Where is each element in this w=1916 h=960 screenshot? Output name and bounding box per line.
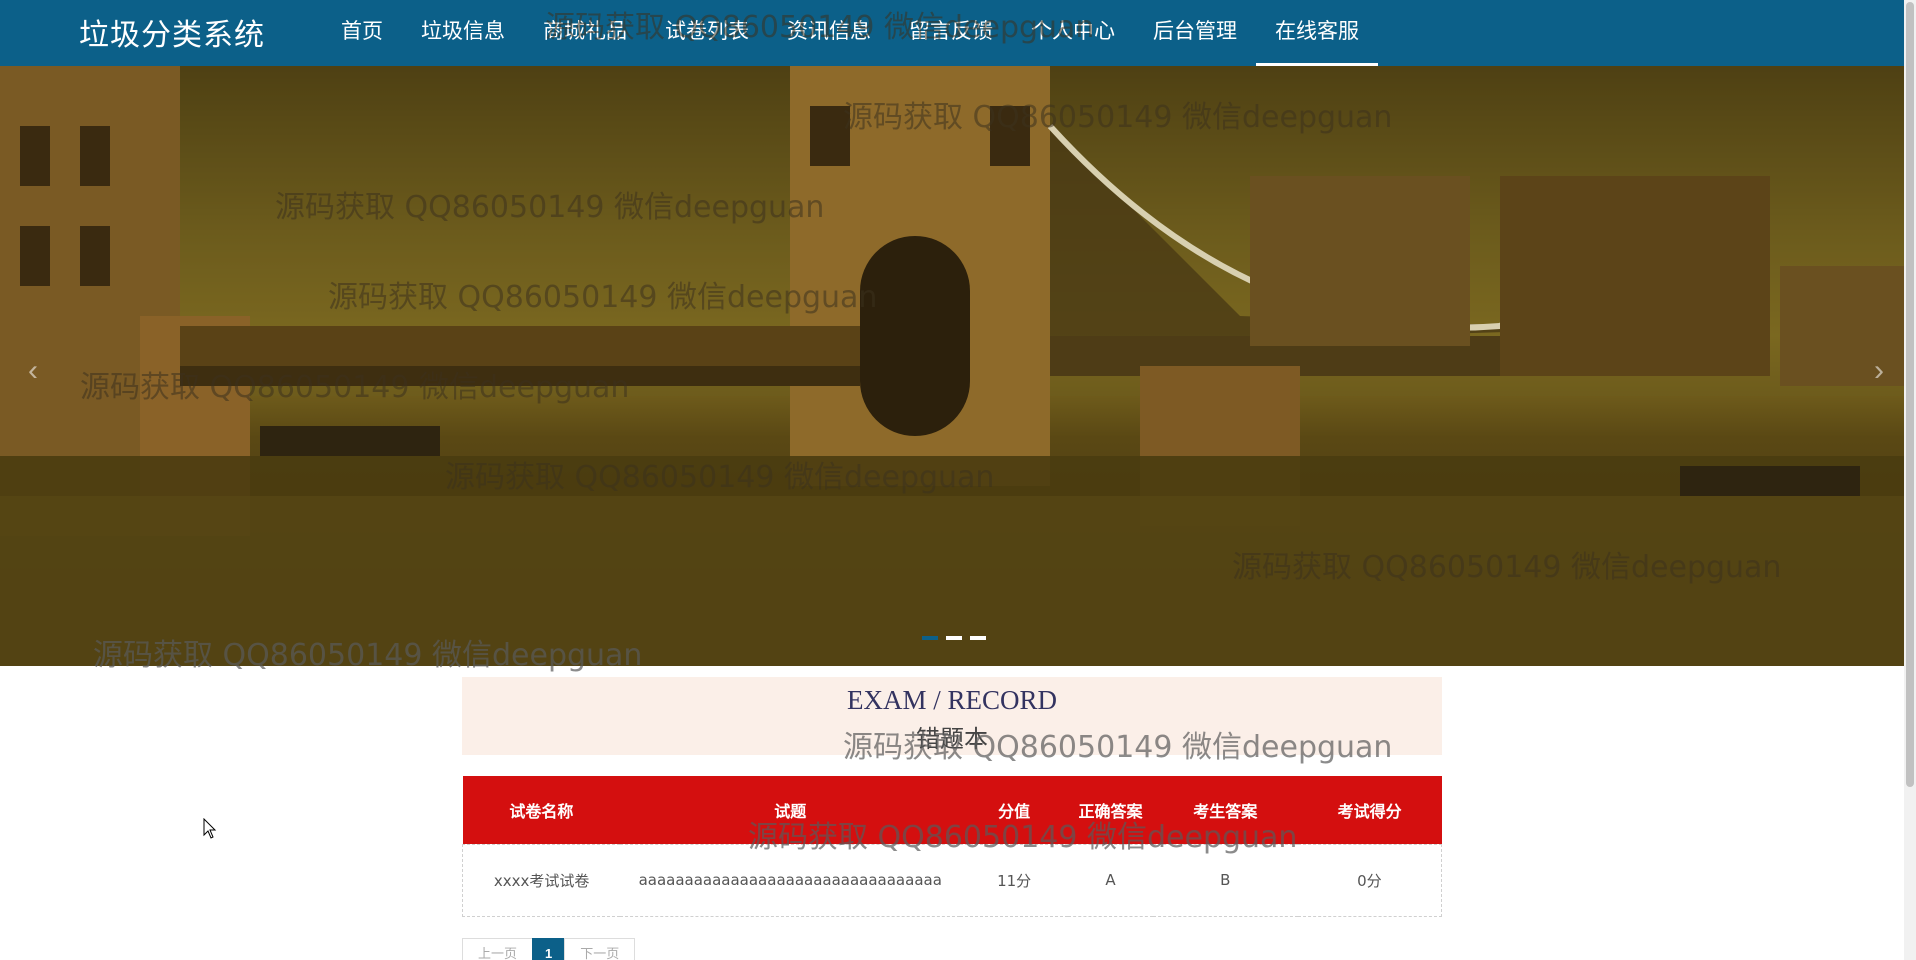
prev-page-button[interactable]: 上一页 bbox=[462, 938, 534, 960]
scrollbar-thumb[interactable] bbox=[1906, 2, 1914, 787]
carousel-indicators bbox=[922, 636, 986, 640]
nav-item-garbage-info[interactable]: 垃圾信息 bbox=[402, 0, 524, 66]
top-navbar: 垃圾分类系统 首页 垃圾信息 商城礼品 试卷列表 资讯信息 留言反馈 个人中心 … bbox=[0, 0, 1904, 66]
next-page-button[interactable]: 下一页 bbox=[564, 938, 636, 960]
column-header-score-value: 分值 bbox=[998, 801, 1031, 821]
banner-image bbox=[0, 66, 1904, 666]
carousel-next-arrow[interactable]: › bbox=[1864, 351, 1894, 391]
main-nav: 首页 垃圾信息 商城礼品 试卷列表 资讯信息 留言反馈 个人中心 后台管理 在线… bbox=[322, 0, 1378, 66]
cell-score-value: 11分 bbox=[997, 871, 1032, 890]
column-header-exam-name: 试卷名称 bbox=[509, 801, 574, 821]
column-header-question: 试题 bbox=[774, 801, 807, 821]
nav-item-admin[interactable]: 后台管理 bbox=[1134, 0, 1256, 66]
column-header-correct-answer: 正确答案 bbox=[1078, 801, 1143, 821]
nav-item-gift-shop[interactable]: 商城礼品 bbox=[524, 0, 646, 66]
nav-item-home[interactable]: 首页 bbox=[322, 0, 402, 66]
page-scrollbar[interactable] bbox=[1904, 0, 1916, 960]
column-header-exam-score: 考试得分 bbox=[1337, 801, 1402, 821]
mouse-cursor-icon bbox=[203, 818, 217, 839]
site-logo-title[interactable]: 垃圾分类系统 bbox=[79, 10, 265, 54]
column-header-student-answer: 考生答案 bbox=[1193, 801, 1258, 821]
chevron-left-icon: ‹ bbox=[28, 354, 38, 387]
cell-student-answer: B bbox=[1220, 871, 1231, 889]
section-title-en: EXAM / RECORD bbox=[846, 685, 1057, 715]
section-title-cn: 错题本 bbox=[916, 725, 988, 753]
carousel-dot-2[interactable] bbox=[946, 636, 962, 640]
cell-question: aaaaaaaaaaaaaaaaaaaaaaaaaaaaaaaaa bbox=[638, 871, 942, 889]
nav-item-online-service[interactable]: 在线客服 bbox=[1256, 0, 1378, 66]
pagination: 上一页 1 下一页 bbox=[462, 938, 636, 960]
cell-exam-name: xxxx考试试卷 bbox=[493, 871, 590, 890]
carousel-dot-3[interactable] bbox=[970, 636, 986, 640]
nav-item-feedback[interactable]: 留言反馈 bbox=[890, 0, 1012, 66]
banner-carousel: ‹ › bbox=[0, 66, 1904, 666]
page-number-current[interactable]: 1 bbox=[532, 938, 566, 960]
nav-item-exam-list[interactable]: 试卷列表 bbox=[646, 0, 768, 66]
table-header-row: 试卷名称 试题 分值 正确答案 考生答案 考试得分 bbox=[462, 776, 1442, 844]
section-header: EXAM / RECORD 错题本 bbox=[462, 677, 1442, 755]
carousel-prev-arrow[interactable]: ‹ bbox=[18, 351, 48, 391]
nav-item-user-center[interactable]: 个人中心 bbox=[1012, 0, 1134, 66]
nav-item-news[interactable]: 资讯信息 bbox=[768, 0, 890, 66]
table-row[interactable]: xxxx考试试卷 aaaaaaaaaaaaaaaaaaaaaaaaaaaaaaa… bbox=[462, 844, 1442, 916]
wrong-answer-table: 试卷名称 试题 分值 正确答案 考生答案 考试得分 xxxx考试试卷 aaaaa… bbox=[462, 776, 1442, 917]
cell-exam-score: 0分 bbox=[1357, 871, 1382, 890]
cell-correct-answer: A bbox=[1105, 871, 1116, 889]
carousel-dot-1[interactable] bbox=[922, 636, 938, 640]
chevron-right-icon: › bbox=[1874, 354, 1884, 387]
